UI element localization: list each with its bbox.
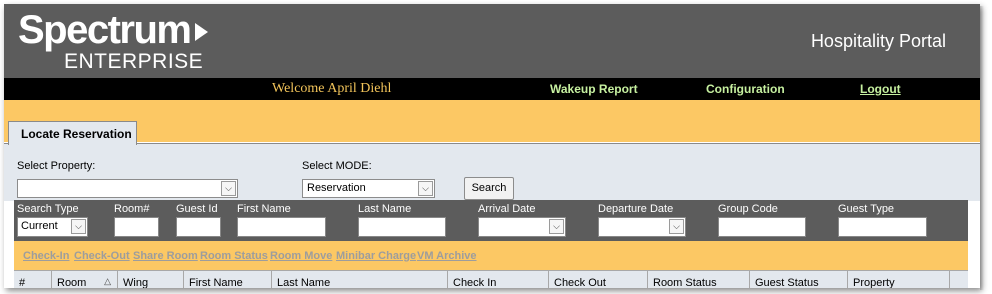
tab-locate-reservation[interactable]: Locate Reservation (8, 121, 137, 145)
logo-sub-text: ENTERPRISE (64, 50, 204, 73)
first-name-label: First Name (237, 203, 291, 215)
guest-type-input[interactable] (838, 217, 927, 237)
first-name-input[interactable] (237, 217, 326, 237)
top-nav: Welcome April Diehl Wakeup Report Config… (4, 78, 980, 100)
chevron-down-icon[interactable]: ⌵ (418, 181, 433, 196)
nav-configuration[interactable]: Configuration (706, 82, 785, 96)
nav-wakeup-report[interactable]: Wakeup Report (550, 82, 638, 96)
filter-row: Search Type Current ⌵ Room# Guest Id Fir… (14, 200, 968, 241)
play-triangle-icon (194, 23, 208, 41)
check-in-link[interactable]: Check-In (23, 250, 69, 262)
tab-bar (4, 100, 980, 142)
column-header-guest-status[interactable]: Guest Status (750, 271, 848, 288)
share-room-link[interactable]: Share Room (133, 250, 198, 262)
column-header-property[interactable]: Property (848, 271, 950, 288)
chevron-down-icon[interactable]: ⌵ (549, 219, 564, 234)
search-type-select[interactable]: Current ⌵ (17, 217, 88, 237)
check-out-link[interactable]: Check-Out (74, 250, 130, 262)
group-code-input[interactable] (718, 217, 806, 237)
welcome-message: Welcome April Diehl (272, 81, 392, 96)
room-number-label: Room# (114, 203, 150, 215)
chevron-down-icon[interactable]: ⌵ (71, 219, 86, 234)
header: Spectrum ENTERPRISE Hospitality Portal (4, 4, 980, 78)
sort-ascending-icon: △ (104, 276, 111, 286)
room-move-link[interactable]: Room Move (270, 250, 332, 262)
group-code-label: Group Code (718, 203, 778, 215)
departure-date-select[interactable]: ⌵ (598, 217, 686, 237)
departure-date-label: Departure Date (598, 203, 674, 215)
chevron-down-icon[interactable]: ⌵ (669, 219, 684, 234)
search-panel: Select Property: ⌵ Select MODE: Reservat… (4, 143, 980, 201)
portal-title: Hospitality Portal (810, 31, 946, 51)
guest-id-label: Guest Id (176, 203, 218, 215)
minibar-charge-link[interactable]: Minibar Charge (336, 250, 416, 262)
chevron-down-icon[interactable]: ⌵ (221, 181, 236, 196)
logo-main-text: Spectrum (18, 8, 192, 52)
nav-logout[interactable]: Logout (860, 82, 901, 96)
vm-archive-link[interactable]: VM Archive (417, 250, 477, 262)
mode-select[interactable]: Reservation ⌵ (302, 179, 435, 198)
column-header-wing[interactable]: Wing (118, 271, 184, 288)
portal-window: Spectrum ENTERPRISE Hospitality Portal W… (4, 4, 980, 288)
window-shadow (980, 6, 984, 290)
property-select[interactable]: ⌵ (17, 179, 238, 198)
reservation-table-header: # Room △ Wing First Name Last Name Check… (14, 270, 968, 288)
search-type-value: Current (21, 220, 58, 232)
search-button[interactable]: Search (464, 177, 514, 200)
arrival-date-select[interactable]: ⌵ (478, 217, 566, 237)
guest-type-label: Guest Type (838, 203, 895, 215)
column-header-first-name[interactable]: First Name (184, 271, 272, 288)
guest-id-input[interactable] (176, 217, 221, 237)
column-header-room[interactable]: Room △ (52, 271, 118, 288)
column-header-room-status[interactable]: Room Status (648, 271, 750, 288)
last-name-label: Last Name (358, 203, 412, 215)
room-status-link[interactable]: Room Status (200, 250, 268, 262)
column-header-room-label: Room (57, 277, 87, 288)
action-links-bar: Check-In Check-Out Share Room Room Statu… (14, 241, 968, 270)
room-number-input[interactable] (114, 217, 159, 237)
logo-wordmark: Spectrum (18, 8, 208, 52)
search-type-label: Search Type (17, 203, 79, 215)
column-header-check-in[interactable]: Check In (448, 271, 549, 288)
column-header-last-name[interactable]: Last Name (272, 271, 448, 288)
last-name-input[interactable] (358, 217, 446, 237)
mode-select-value: Reservation (307, 182, 366, 194)
arrival-date-label: Arrival Date (478, 203, 536, 215)
column-header-check-out[interactable]: Check Out (549, 271, 648, 288)
column-header-number[interactable]: # (14, 271, 52, 288)
select-mode-label: Select MODE: (302, 160, 372, 172)
select-property-label: Select Property: (17, 160, 96, 172)
spectrum-enterprise-logo: Spectrum ENTERPRISE (18, 8, 208, 73)
